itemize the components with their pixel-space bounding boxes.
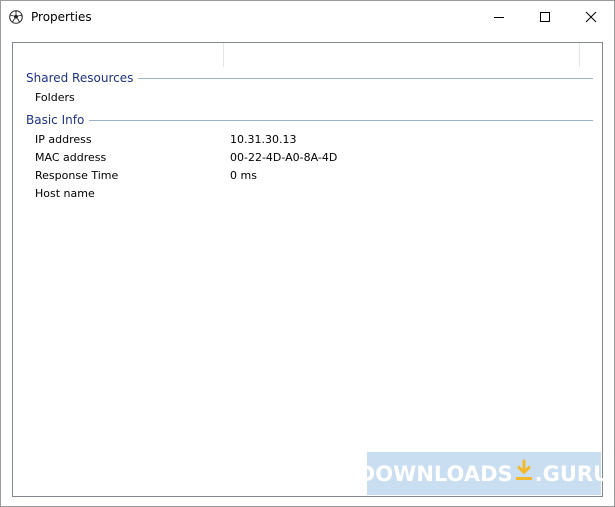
- column-separator[interactable]: [579, 43, 580, 67]
- title-bar[interactable]: Properties: [1, 1, 614, 32]
- soccer-ball-icon: [9, 9, 23, 24]
- list-header: [13, 43, 602, 67]
- list-item[interactable]: MAC address 00-22-4D-A0-8A-4D: [13, 149, 602, 167]
- list-item[interactable]: IP address 10.31.30.13: [13, 131, 602, 149]
- properties-window: Properties Shared Resources Folders Basi…: [0, 0, 615, 507]
- list-item[interactable]: Host name: [13, 185, 602, 203]
- minimize-button[interactable]: [476, 1, 522, 32]
- close-icon: [585, 11, 597, 23]
- maximize-button[interactable]: [522, 1, 568, 32]
- group-header-basic-info[interactable]: Basic Info: [26, 112, 593, 128]
- download-arrow-icon: [514, 459, 534, 488]
- close-button[interactable]: [568, 1, 614, 32]
- properties-list[interactable]: Shared Resources Folders Basic Info IP a…: [12, 42, 603, 497]
- maximize-icon: [540, 12, 550, 22]
- group-title: Shared Resources: [26, 71, 134, 85]
- property-value: 10.31.30.13: [230, 133, 297, 146]
- group-header-shared-resources[interactable]: Shared Resources: [26, 70, 593, 86]
- group-divider: [138, 77, 593, 79]
- property-label: Response Time: [35, 169, 119, 182]
- group-divider: [89, 119, 593, 121]
- list-item[interactable]: Folders: [13, 89, 602, 107]
- watermark-logo: DOWNLOADS .GURU: [358, 452, 610, 495]
- property-label: IP address: [35, 133, 92, 146]
- group-title: Basic Info: [26, 113, 85, 127]
- watermark-text-left: DOWNLOADS: [357, 461, 513, 486]
- list-item[interactable]: Response Time 0 ms: [13, 167, 602, 185]
- property-value: 0 ms: [230, 169, 257, 182]
- column-separator[interactable]: [223, 43, 224, 67]
- property-value: 00-22-4D-A0-8A-4D: [230, 151, 338, 164]
- minimize-icon: [494, 17, 504, 18]
- window-title: Properties: [31, 10, 92, 24]
- property-label: Host name: [35, 187, 95, 200]
- property-label: Folders: [35, 91, 75, 104]
- watermark-text-right: .GURU: [534, 461, 611, 486]
- property-label: MAC address: [35, 151, 107, 164]
